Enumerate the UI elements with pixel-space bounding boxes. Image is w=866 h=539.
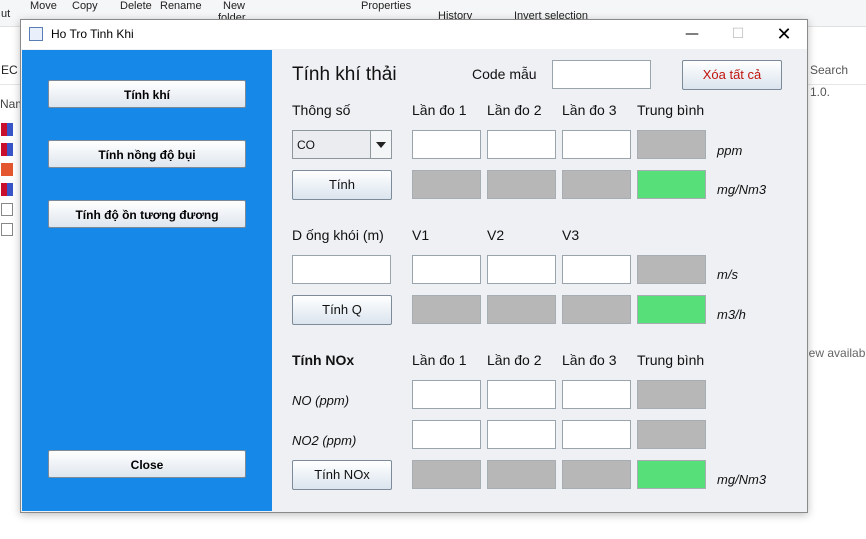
- col-lan1: Lần đo 1: [412, 102, 467, 118]
- unit-m3-h: m3/h: [717, 307, 746, 322]
- ribbon-move[interactable]: Move: [30, 0, 57, 12]
- app-window: Ho Tro Tinh Khi — ☐ ✕ Tính khí Tính nồng…: [20, 19, 808, 513]
- no-avg-output: [637, 380, 706, 409]
- no-lan1-input[interactable]: [412, 380, 481, 409]
- close-window-button[interactable]: ✕: [761, 20, 807, 49]
- ribbon-new[interactable]: New: [223, 0, 245, 12]
- clear-all-button[interactable]: Xóa tất cả: [682, 60, 782, 90]
- nox-lan3-output: [562, 460, 631, 489]
- no-label: NO (ppm): [292, 393, 350, 408]
- diameter-input[interactable]: [292, 255, 391, 284]
- lan1-input[interactable]: [412, 130, 481, 159]
- search-box[interactable]: Search 1.0.: [805, 59, 866, 99]
- archive-icon: [1, 123, 13, 136]
- file-list-icons: [0, 123, 20, 243]
- file-icon: [1, 203, 13, 216]
- v3-label: V3: [562, 227, 580, 243]
- param-label: Thông số: [292, 102, 351, 118]
- archive-icon: [1, 143, 13, 156]
- q1-output: [412, 295, 481, 324]
- window-title: Ho Tro Tinh Khi: [51, 27, 134, 41]
- avg-mg-output: [637, 170, 706, 199]
- avg-velocity-output: [637, 255, 706, 284]
- ribbon-text-ut: ut: [1, 8, 11, 20]
- unit-nox-mg-nm3: mg/Nm3: [717, 472, 767, 487]
- java-app-icon: [29, 27, 43, 41]
- nox-avg-output: [637, 460, 706, 489]
- tinh-bui-button[interactable]: Tính nồng độ bụi: [48, 140, 246, 168]
- col-trung-binh: Trung bình: [637, 102, 705, 118]
- col-lan2: Lần đo 2: [487, 102, 542, 118]
- nox-col-trung-binh: Trung bình: [637, 352, 705, 368]
- chevron-down-icon[interactable]: [370, 131, 391, 158]
- nox-lan1-output: [412, 460, 481, 489]
- v1-input[interactable]: [412, 255, 481, 284]
- calc-nox-button[interactable]: Tính NOx: [292, 460, 392, 490]
- code-label: Code mẫu: [472, 66, 537, 82]
- nox-lan2-output: [487, 460, 556, 489]
- nox-col-lan3: Lần đo 3: [562, 352, 617, 368]
- v2-label: V2: [487, 227, 505, 243]
- unit-ppm: ppm: [717, 143, 743, 158]
- calculation-panel: Tính khí thải Code mẫu Xóa tất cả Thông …: [272, 50, 806, 511]
- no2-lan2-input[interactable]: [487, 420, 556, 449]
- lan3-mg-output: [562, 170, 631, 199]
- unit-mg-nm3: mg/Nm3: [717, 182, 767, 197]
- code-input[interactable]: [552, 60, 651, 89]
- no-lan3-input[interactable]: [562, 380, 631, 409]
- archive-icon: [1, 183, 13, 196]
- v3-input[interactable]: [562, 255, 631, 284]
- tinh-khi-button[interactable]: Tính khí: [48, 80, 246, 108]
- col-lan3: Lần đo 3: [562, 102, 617, 118]
- minimize-button[interactable]: —: [669, 20, 715, 49]
- v1-label: V1: [412, 227, 430, 243]
- avg-ppm-output: [637, 130, 706, 159]
- lan3-input[interactable]: [562, 130, 631, 159]
- no2-lan3-input[interactable]: [562, 420, 631, 449]
- close-button[interactable]: Close: [48, 450, 246, 478]
- preview-unavailable-text: iew availabl: [806, 346, 866, 360]
- ribbon-rename[interactable]: Rename: [160, 0, 202, 12]
- nox-heading: Tính NOx: [292, 352, 355, 368]
- q2-output: [487, 295, 556, 324]
- lan2-input[interactable]: [487, 130, 556, 159]
- pollutant-select[interactable]: CO: [292, 130, 392, 159]
- calc-q-button[interactable]: Tính Q: [292, 295, 392, 325]
- nox-col-lan1: Lần đo 1: [412, 352, 467, 368]
- no-lan2-input[interactable]: [487, 380, 556, 409]
- q3-output: [562, 295, 631, 324]
- page-title: Tính khí thải: [292, 64, 397, 85]
- calc-button[interactable]: Tính: [292, 170, 392, 200]
- v2-input[interactable]: [487, 255, 556, 284]
- title-bar: Ho Tro Tinh Khi — ☐ ✕: [21, 20, 807, 49]
- ribbon-delete[interactable]: Delete: [120, 0, 152, 12]
- ribbon-copy[interactable]: Copy: [72, 0, 98, 12]
- no2-label: NO2 (ppm): [292, 433, 357, 448]
- unit-m-s: m/s: [717, 267, 738, 282]
- no2-lan1-input[interactable]: [412, 420, 481, 449]
- pollutant-selected-value: CO: [297, 138, 315, 152]
- lan1-mg-output: [412, 170, 481, 199]
- left-menu-panel: Tính khí Tính nồng độ bụi Tính độ ồn tươ…: [22, 50, 272, 511]
- app-icon: [1, 163, 13, 176]
- avg-q-output: [637, 295, 706, 324]
- nox-col-lan2: Lần đo 2: [487, 352, 542, 368]
- lan2-mg-output: [487, 170, 556, 199]
- diameter-label: D ống khói (m): [292, 227, 384, 243]
- tinh-on-button[interactable]: Tính độ ồn tương đương: [48, 200, 246, 228]
- text-file-icon: [1, 223, 13, 236]
- ribbon-properties[interactable]: Properties: [361, 0, 411, 12]
- maximize-button[interactable]: ☐: [715, 20, 761, 49]
- no2-avg-output: [637, 420, 706, 449]
